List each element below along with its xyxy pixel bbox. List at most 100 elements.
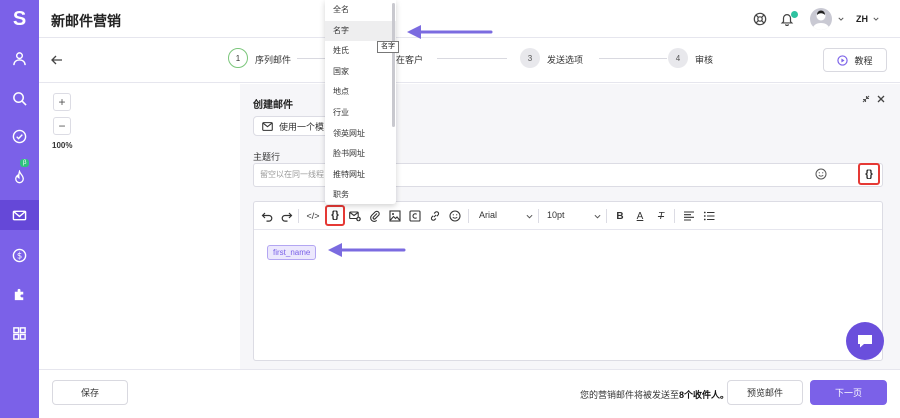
dropdown-item[interactable]: 推特网址 bbox=[325, 165, 396, 186]
save-button[interactable]: 保存 bbox=[52, 380, 128, 405]
subject-variable-button[interactable]: {} bbox=[858, 163, 880, 185]
step-3-circle[interactable]: 3 bbox=[520, 48, 540, 68]
image-icon bbox=[389, 210, 401, 222]
preview-email-button[interactable]: 预览邮件 bbox=[727, 380, 803, 405]
chevron-down-icon[interactable] bbox=[526, 213, 533, 220]
chevron-down-icon[interactable] bbox=[873, 16, 879, 22]
step-4-label[interactable]: 审核 bbox=[695, 53, 713, 66]
emoji-button[interactable] bbox=[448, 209, 462, 223]
mail-plus-icon bbox=[349, 211, 361, 222]
chat-icon bbox=[858, 335, 872, 348]
step-4-circle[interactable]: 4 bbox=[668, 48, 688, 68]
sidebar-item-search[interactable] bbox=[0, 83, 39, 113]
close-icon[interactable] bbox=[876, 94, 886, 104]
attachment-button[interactable] bbox=[368, 209, 382, 223]
bullet-list-button[interactable] bbox=[702, 209, 716, 223]
code-button[interactable]: </> bbox=[304, 209, 322, 223]
svg-text:$: $ bbox=[17, 250, 22, 260]
dropdown-item[interactable]: 全名 bbox=[325, 0, 396, 21]
use-template-button[interactable]: 使用一个模 bbox=[253, 116, 333, 136]
mail-icon bbox=[262, 121, 273, 131]
dropdown-scrollbar[interactable] bbox=[392, 3, 395, 127]
chevron-down-icon[interactable] bbox=[838, 16, 844, 22]
template-block-button[interactable] bbox=[408, 209, 422, 223]
footer: 保存 您的营销邮件将被发送至8个收件人。 预览邮件 下一页 bbox=[39, 369, 900, 418]
zoom-out-button[interactable]: − bbox=[53, 117, 71, 135]
sidebar-item-campaigns[interactable] bbox=[0, 200, 39, 230]
toolbar-divider bbox=[606, 209, 607, 223]
sidebar-item-tasks[interactable] bbox=[0, 121, 39, 151]
email-body-editor[interactable]: </> {} Arial 10pt B A T first_name bbox=[253, 201, 883, 361]
link-button[interactable] bbox=[428, 209, 442, 223]
sidebar-item-apps[interactable] bbox=[0, 318, 39, 348]
dropdown-item[interactable]: 领英网址 bbox=[325, 124, 396, 145]
recipient-message: 您的营销邮件将被发送至8个收件人。 bbox=[580, 388, 729, 401]
recipient-message-prefix: 您的营销邮件将被发送至 bbox=[580, 390, 680, 400]
avatar[interactable] bbox=[810, 8, 832, 30]
paperclip-icon bbox=[370, 210, 380, 222]
emoji-icon[interactable] bbox=[815, 168, 827, 180]
search-icon bbox=[13, 91, 27, 106]
c-box-icon bbox=[409, 210, 421, 222]
variable-chip[interactable]: first_name bbox=[267, 245, 317, 260]
dropdown-item[interactable]: 地点 bbox=[325, 82, 396, 103]
variable-dropdown: 全名 名字 姓氏 国家 地点 行业 领英网址 脸书网址 推特网址 职务 bbox=[325, 0, 396, 204]
image-button[interactable] bbox=[388, 209, 402, 223]
zoom-level: 100% bbox=[52, 141, 73, 150]
sidebar-item-billing[interactable]: $ bbox=[0, 240, 39, 270]
font-size-select[interactable]: 10pt bbox=[547, 210, 565, 220]
app-logo[interactable]: S bbox=[0, 0, 39, 38]
subject-label: 主题行 bbox=[253, 152, 281, 162]
bold-button[interactable]: B bbox=[613, 209, 627, 223]
stepper: 1 序列邮件 潜在客户 3 发送选项 4 审核 教程 bbox=[39, 38, 900, 83]
sidebar-item-integrations[interactable] bbox=[0, 279, 39, 309]
grid-icon bbox=[13, 326, 26, 340]
step-connector bbox=[437, 58, 507, 59]
dropdown-item[interactable]: 行业 bbox=[325, 103, 396, 124]
text-color-button[interactable]: A bbox=[633, 209, 647, 223]
user-initials[interactable]: ZH bbox=[856, 14, 868, 24]
undo-button[interactable] bbox=[260, 209, 274, 223]
flame-icon bbox=[15, 169, 24, 183]
tooltip: 名字 bbox=[377, 41, 399, 53]
link-icon bbox=[430, 211, 440, 221]
avatar-person-icon bbox=[812, 10, 830, 30]
back-arrow-icon[interactable] bbox=[51, 54, 63, 66]
sidebar: S β $ bbox=[0, 0, 39, 418]
dropdown-item[interactable]: 职务 bbox=[325, 185, 396, 204]
dropdown-item[interactable]: 脸书网址 bbox=[325, 144, 396, 165]
emoji-icon bbox=[449, 210, 461, 222]
lifebuoy-icon[interactable] bbox=[753, 12, 767, 26]
zoom-in-button[interactable]: + bbox=[53, 93, 71, 111]
align-button[interactable] bbox=[682, 209, 696, 223]
use-template-label: 使用一个模 bbox=[279, 121, 325, 132]
bullet-list-icon bbox=[703, 211, 715, 221]
step-3-label[interactable]: 发送选项 bbox=[547, 53, 583, 66]
insert-variable-button[interactable]: {} bbox=[325, 205, 345, 226]
toolbar-divider bbox=[538, 209, 539, 223]
align-left-icon bbox=[684, 211, 694, 221]
user-icon bbox=[13, 51, 26, 65]
tutorial-button[interactable]: 教程 bbox=[823, 48, 887, 72]
collapse-icon[interactable] bbox=[861, 94, 871, 104]
dropdown-item[interactable]: 国家 bbox=[325, 62, 396, 83]
chevron-down-icon[interactable] bbox=[594, 213, 601, 220]
check-circle-icon bbox=[12, 129, 27, 143]
chat-widget-button[interactable] bbox=[846, 322, 884, 360]
dropdown-item[interactable]: 名字 bbox=[325, 20, 396, 42]
redo-button[interactable] bbox=[280, 209, 294, 223]
tutorial-label: 教程 bbox=[854, 55, 873, 66]
step-1-label[interactable]: 序列邮件 bbox=[255, 53, 291, 66]
sidebar-item-contacts[interactable] bbox=[0, 43, 39, 73]
insert-link-mail-button[interactable] bbox=[348, 209, 362, 223]
editor-toolbar: </> {} Arial 10pt B A T bbox=[254, 202, 882, 230]
next-page-button[interactable]: 下一页 bbox=[810, 380, 887, 405]
puzzle-icon bbox=[14, 288, 24, 300]
font-family-select[interactable]: Arial bbox=[479, 210, 497, 220]
clear-format-button[interactable]: T bbox=[654, 209, 668, 223]
recipient-count: 8个收件人。 bbox=[679, 390, 730, 400]
step-1-circle[interactable]: 1 bbox=[228, 48, 248, 68]
sidebar-item-warmup[interactable] bbox=[0, 162, 39, 192]
toolbar-divider bbox=[674, 209, 675, 223]
annotation-arrow-icon bbox=[407, 25, 493, 39]
